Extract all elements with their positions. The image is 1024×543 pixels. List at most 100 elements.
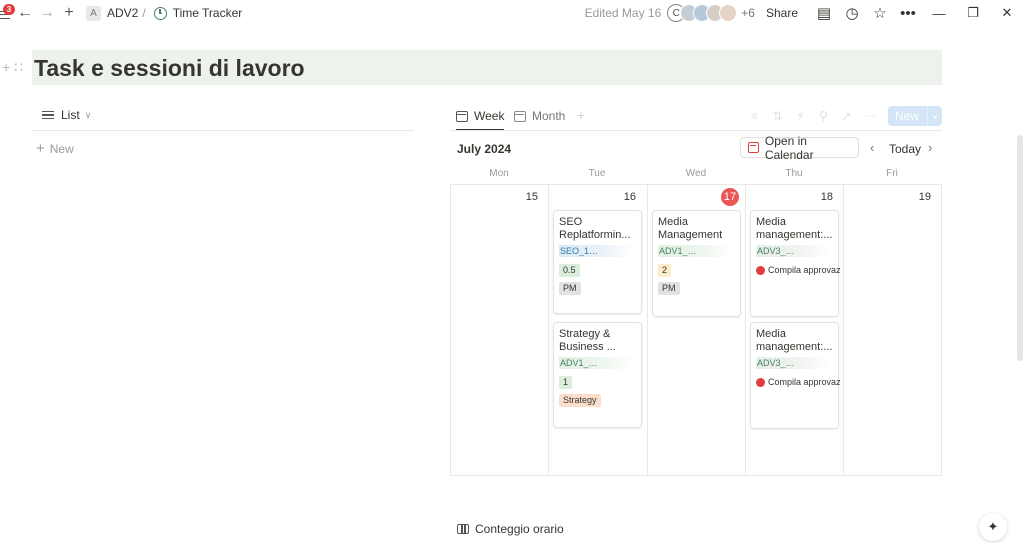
comments-icon[interactable]: ▤: [810, 0, 838, 26]
breadcrumb-workspace[interactable]: ADV2: [107, 6, 138, 20]
more-options-icon[interactable]: •••: [894, 0, 922, 26]
back-arrow-icon[interactable]: ←: [14, 0, 36, 26]
tab-month[interactable]: Month: [514, 102, 565, 130]
open-in-calendar-button[interactable]: Open in Calendar: [740, 134, 859, 162]
sort-icon[interactable]: ⇅: [766, 109, 789, 123]
history-clock-icon[interactable]: ◷: [838, 0, 866, 26]
card-code: ADV1_…: [559, 357, 633, 369]
drag-handle-icon[interactable]: + ∷: [2, 59, 23, 76]
card-code: ADV1_…: [658, 245, 732, 257]
tab-week[interactable]: Week: [456, 102, 505, 131]
plus-icon: +: [36, 140, 45, 157]
search-icon[interactable]: ⚲: [812, 109, 835, 123]
workspace-icon: A: [86, 5, 101, 21]
ai-sparkle-icon[interactable]: ✦: [979, 513, 1007, 541]
month-label: July 2024: [457, 142, 512, 156]
hours-chip: 2: [658, 264, 672, 277]
calendar-card[interactable]: Strategy & Business ... ADV1_… 1 Strateg…: [553, 322, 642, 428]
breadcrumb-separator: /: [142, 6, 146, 20]
collaborator-avatars[interactable]: C: [667, 4, 738, 22]
window-restore-icon[interactable]: ❐: [956, 0, 990, 26]
card-title: Media Management: [658, 216, 723, 241]
new-entry-label: New: [895, 109, 920, 123]
weekday-label: Wed: [685, 168, 707, 179]
day-column-tue[interactable]: 16 SEO Replatformin... SEO_1… 0.5 PM Str…: [548, 185, 646, 475]
today-day-number: 17: [721, 188, 739, 206]
edited-timestamp[interactable]: Edited May 16: [585, 6, 662, 20]
card-title: Media management:...: [756, 216, 833, 241]
window-close-icon[interactable]: ✕: [990, 0, 1024, 26]
calendar-icon: [456, 110, 468, 122]
table-view-header[interactable]: Conteggio orario: [457, 522, 564, 536]
card-title: SEO Replatformin...: [559, 216, 631, 241]
previous-week-icon[interactable]: ‹: [870, 140, 874, 155]
page-title[interactable]: Task e sessioni di lavoro: [34, 55, 305, 82]
card-code: ADV3_…: [756, 245, 830, 257]
day-number: 19: [918, 191, 931, 203]
day-column-fri[interactable]: 19: [843, 185, 942, 475]
extra-collaborators-count[interactable]: +6: [741, 6, 755, 20]
weekday-header: Mon Tue Wed Thu Fri: [450, 168, 942, 180]
view-toolbar: ≡ ⇅ ⚡ ⚲ ↗ ⋯: [743, 109, 881, 123]
calendar-card[interactable]: SEO Replatformin... SEO_1… 0.5 PM: [553, 210, 642, 314]
notification-badge: 3: [3, 4, 15, 15]
add-view-icon[interactable]: +: [577, 107, 585, 123]
forward-arrow-icon[interactable]: →: [36, 0, 58, 26]
table-view-label: Conteggio orario: [475, 522, 564, 536]
calendar-view-tabs: Week Month + ≡ ⇅ ⚡ ⚲ ↗ ⋯ New ∨: [450, 102, 942, 131]
list-new-label: New: [49, 141, 74, 156]
divider: [450, 130, 942, 131]
window-minimize-icon[interactable]: —: [922, 0, 956, 26]
day-number: 16: [623, 191, 636, 203]
calendar-card[interactable]: Media management:... ADV3_… Compila appr…: [750, 322, 840, 429]
filter-icon[interactable]: ≡: [743, 109, 766, 123]
list-view-tab[interactable]: List ∨: [42, 108, 91, 122]
scrollbar[interactable]: [1017, 135, 1023, 361]
card-code: SEO_1…: [559, 245, 633, 257]
card-title: Strategy & Business ...: [559, 328, 616, 353]
list-new-button[interactable]: + New: [36, 140, 74, 157]
more-icon[interactable]: ⋯: [858, 109, 881, 123]
week-grid: 15 16 SEO Replatformin... SEO_1… 0.5 PM …: [450, 184, 942, 476]
clock-icon: [153, 6, 167, 20]
next-week-icon[interactable]: ›: [928, 140, 932, 155]
day-column-wed[interactable]: 17 Media Management ADV1_… 2 PM: [647, 185, 745, 475]
day-column-thu[interactable]: 18 Media management:... ADV3_… Compila a…: [745, 185, 843, 475]
status-dot-icon: [756, 265, 765, 275]
new-page-plus-icon[interactable]: +: [58, 0, 80, 26]
hours-chip: 1: [559, 376, 573, 389]
list-view-label: List: [61, 108, 80, 122]
open-in-calendar-label: Open in Calendar: [764, 133, 814, 162]
top-bar-left: 3 ← → + A ADV2 / Time Tracker: [0, 0, 242, 26]
day-number: 15: [525, 191, 538, 203]
status-dot-icon: [756, 377, 765, 387]
status-text: Compila approvazione: [768, 377, 840, 387]
calendar-card[interactable]: Media management:... ADV3_… Compila appr…: [750, 210, 840, 317]
list-icon: [42, 110, 54, 120]
weekday-label: Tue: [588, 168, 606, 179]
new-entry-button[interactable]: New ∨: [888, 106, 942, 126]
day-number: 18: [820, 191, 833, 203]
chevron-down-icon: ∨: [84, 109, 92, 120]
favorite-star-icon[interactable]: ☆: [866, 0, 894, 26]
sidebar-menu-button[interactable]: 3: [0, 0, 15, 26]
weekday-label: Fri: [886, 168, 898, 179]
share-button[interactable]: Share: [766, 6, 798, 20]
status-label: Compila approvazione: [756, 265, 840, 275]
link-icon[interactable]: ↗: [835, 109, 858, 123]
tag-chip: Strategy: [559, 394, 601, 407]
today-button[interactable]: Today: [889, 142, 921, 156]
title-row: + ∷ Task e sessioni di lavoro: [0, 50, 942, 85]
table-icon: [457, 524, 469, 534]
top-bar: 3 ← → + A ADV2 / Time Tracker Edited May…: [0, 0, 1024, 26]
automation-icon[interactable]: ⚡: [789, 109, 812, 123]
day-column-mon[interactable]: 15: [450, 185, 548, 475]
breadcrumb-page[interactable]: Time Tracker: [173, 6, 243, 20]
chevron-down-icon[interactable]: ∨: [927, 106, 942, 126]
card-title: Media management:...: [756, 328, 833, 353]
calendar-icon: [514, 110, 526, 122]
weekday-label: Thu: [785, 168, 803, 179]
tab-week-label: Week: [474, 109, 505, 123]
calendar-card[interactable]: Media Management ADV1_… 2 PM: [652, 210, 741, 317]
tag-chip: PM: [559, 282, 581, 295]
